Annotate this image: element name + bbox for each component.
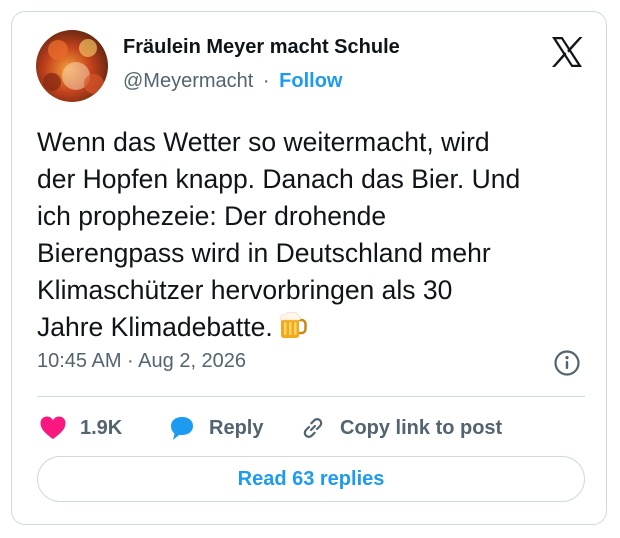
copy-link-button[interactable]: Copy link to post (298, 410, 502, 446)
tweet-text: Wenn das Wetter so weitermacht, wird der… (37, 124, 597, 346)
timestamp[interactable]: 10:45 AM · Aug 2, 2026 (37, 350, 246, 373)
author-name[interactable]: Fräulein Meyer macht Schule (123, 36, 400, 59)
likes-count: 1.9K (80, 416, 123, 439)
reply-bubble-icon (167, 413, 197, 443)
reply-label: Reply (209, 416, 264, 439)
avatar[interactable] (36, 30, 108, 102)
beer-mug-icon (277, 310, 307, 340)
tweet-card: Fräulein Meyer macht Schule @Meyermacht … (11, 11, 607, 525)
info-icon[interactable] (553, 349, 581, 377)
heart-icon (38, 413, 68, 443)
separator: · (262, 70, 270, 92)
divider (37, 396, 585, 397)
like-button[interactable]: 1.9K (38, 410, 122, 446)
author-handle[interactable]: @Meyermacht (123, 70, 253, 92)
read-replies-button[interactable]: Read 63 replies (37, 456, 585, 502)
handle-row: @Meyermacht · Follow (123, 70, 342, 93)
link-icon (298, 413, 328, 443)
follow-button[interactable]: Follow (279, 70, 342, 92)
copy-link-label: Copy link to post (340, 416, 503, 439)
x-logo-icon[interactable] (549, 34, 585, 70)
read-replies-label: Read 63 replies (237, 467, 385, 490)
reply-button[interactable]: Reply (167, 410, 263, 446)
